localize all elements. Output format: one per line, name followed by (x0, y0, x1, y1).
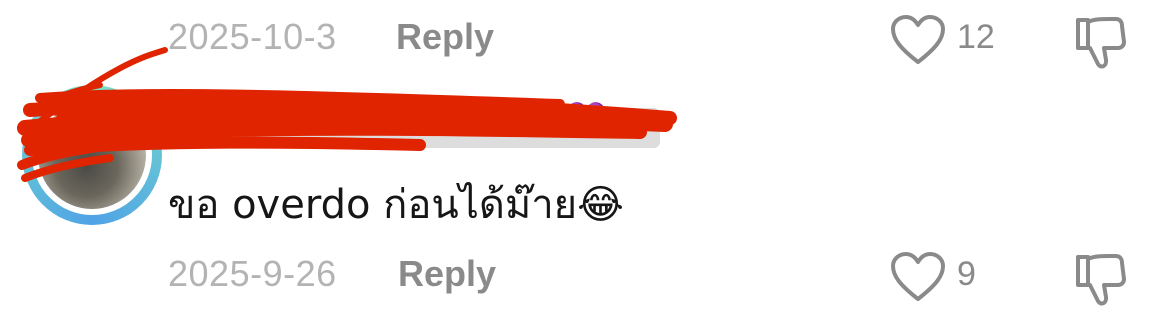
avatar-image (38, 101, 146, 209)
like-count: 12 (957, 18, 995, 56)
badge-heart-icon: 💜 (565, 101, 608, 139)
avatar[interactable] (22, 85, 162, 225)
heart-icon[interactable] (890, 251, 946, 303)
heart-icon[interactable] (890, 14, 946, 66)
comment-date: 2025-9-26 (168, 253, 337, 294)
thumbs-down-icon[interactable] (1070, 251, 1128, 309)
comment-thread: 2025-10-3 Reply 12 💜 ขอ overdo ก่อนได้ม๊… (0, 0, 1170, 324)
comment-date: 2025-10-3 (168, 16, 337, 57)
reply-button[interactable]: Reply (396, 16, 494, 58)
comment-text: ขอ overdo ก่อนได้ม๊าย😂 (168, 182, 624, 228)
comment-meta-row: 2025-10-3 Reply 12 (0, 8, 1170, 69)
like-count: 9 (957, 255, 976, 293)
reply-button[interactable]: Reply (398, 253, 496, 295)
comment-meta-row: 2025-9-26 Reply 9 (0, 245, 1170, 306)
thumbs-down-icon[interactable] (1070, 14, 1128, 72)
